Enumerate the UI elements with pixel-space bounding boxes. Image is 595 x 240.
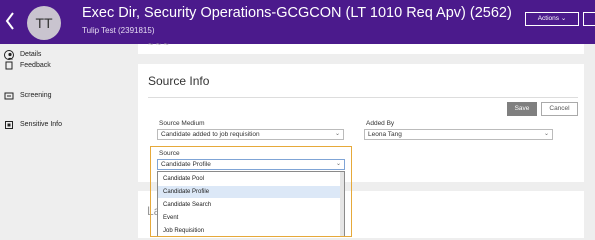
divider [148,97,578,98]
chevron-down-icon: ⌄ [334,131,340,137]
section-title: Source Info [148,74,210,88]
header-extra-button[interactable] [583,12,595,26]
sidebar-item-label: Sensitive Info [20,121,63,128]
sidebar-item-label: Details [20,51,42,58]
app-header: TT Exec Dir, Security Operations-GCGCON … [0,0,595,44]
sensitive-info-icon [4,120,14,130]
sidebar-item-label: Screening [20,92,52,99]
sidebar-item-label: Feedback [20,62,51,69]
person-icon [4,50,14,60]
added-by-value: Leona Tang [368,131,402,138]
added-by-label: Added By [366,120,395,127]
page-title: Exec Dir, Security Operations-GCGCON (LT… [82,5,512,21]
previous-section-card: ~ ~ ~ [138,39,584,54]
sidebar: Details Feedback Screening Sensitive Inf… [0,44,136,238]
feedback-icon [4,61,14,71]
added-by-select[interactable]: Leona Tang ⌄ [364,129,553,140]
screening-icon [4,91,14,101]
cancel-button[interactable]: Cancel [541,102,578,116]
actions-button[interactable]: Actions ⌄ [525,12,579,26]
candidate-subtitle: Tulip Test (2391815) [82,26,155,35]
highlight-box [150,146,352,237]
chevron-down-icon: ⌄ [543,131,549,137]
previous-section-partial-text: ~ ~ ~ [148,39,169,49]
avatar: TT [27,6,61,40]
source-medium-select[interactable]: Candidate added to job requisition ⌄ [157,129,344,140]
back-chevron-icon[interactable] [5,12,19,32]
actions-label: Actions [537,15,560,22]
source-medium-label: Source Medium [159,120,205,127]
chevron-down-icon: ⌄ [560,15,567,22]
source-medium-value: Candidate added to job requisition [161,131,260,138]
save-button[interactable]: Save [507,102,537,116]
